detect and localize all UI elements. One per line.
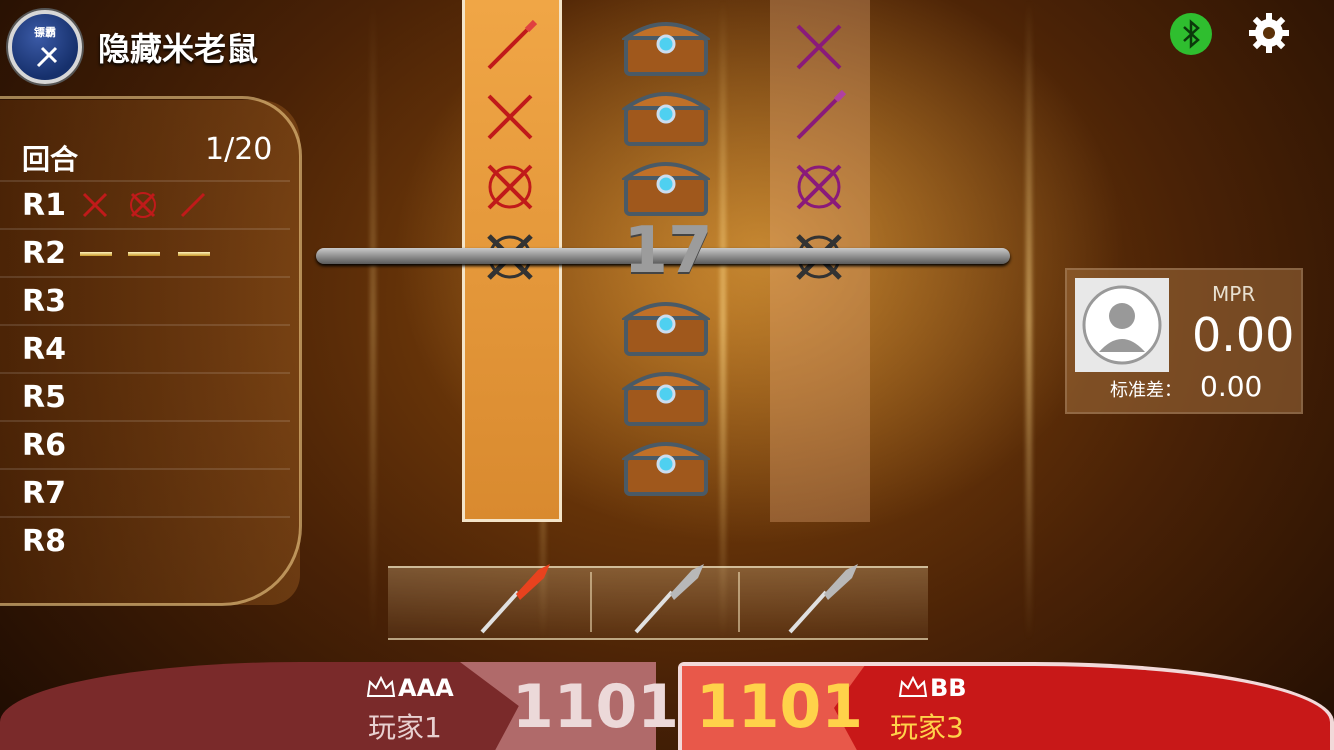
double-dart-icon [487, 94, 533, 140]
remaining-dart-icon [634, 564, 704, 634]
round-header-label: 回合 [22, 143, 79, 176]
round-label: R6 [22, 428, 66, 463]
player3-score: 1101 [696, 672, 863, 742]
triple-dart-icon [130, 192, 156, 218]
player3-label: 玩家3 [890, 711, 964, 744]
round-row: R4 [0, 324, 290, 372]
double-dart-icon [796, 24, 842, 70]
light-streak [720, 0, 726, 640]
miss-dash [178, 252, 210, 256]
triple-dart-icon [487, 164, 533, 210]
settings-gear-icon[interactable] [1246, 10, 1292, 56]
round-row: R8 [0, 516, 290, 564]
mpr-label: MPR [1212, 282, 1256, 306]
treasure-chest-icon [622, 442, 710, 496]
round-row: R5 [0, 372, 290, 420]
round-row: R2 [0, 228, 290, 276]
game-title: 隐藏米老鼠 [98, 30, 259, 68]
dartworld-logo: 镖霸 [8, 10, 82, 84]
single-dart-icon [796, 89, 847, 140]
crown-icon [366, 676, 396, 697]
round-label: R5 [22, 380, 66, 415]
round-label: R7 [22, 476, 66, 511]
round-label: R2 [22, 236, 66, 271]
player-avatar [1075, 278, 1169, 372]
treasure-chest-icon [622, 22, 710, 76]
player1-label: 玩家1 [368, 711, 442, 744]
round-row: R7 [0, 468, 290, 516]
treasure-chest-icon [622, 92, 710, 146]
logo-text: 镖霸 [34, 26, 56, 39]
tray-divider [738, 572, 740, 632]
double-dart-icon [82, 192, 108, 218]
remaining-dart-icon [788, 564, 858, 634]
light-streak [1026, 0, 1032, 640]
round-row: R6 [0, 420, 290, 468]
round-label: R4 [22, 332, 66, 367]
user-avatar-icon [1082, 285, 1162, 365]
mpr-value: 0.00 [1192, 308, 1295, 362]
round-label: R8 [22, 524, 66, 559]
single-dart-icon [180, 192, 206, 218]
player1-name: AAA [398, 674, 454, 702]
tray-divider [590, 572, 592, 632]
std-dev-value: 0.00 [1200, 370, 1263, 403]
single-dart-icon [487, 19, 538, 70]
round-counter: 1/20 [205, 132, 273, 167]
treasure-chest-icon [622, 162, 710, 216]
round-row: R1 [0, 180, 290, 228]
miss-dash [80, 252, 112, 256]
dart-logo-icon [36, 46, 58, 68]
light-streak [370, 0, 376, 640]
treasure-chest-icon [622, 372, 710, 426]
round-label: R1 [22, 188, 66, 223]
treasure-chest-icon [622, 302, 710, 356]
round-label: R3 [22, 284, 66, 319]
bluetooth-icon[interactable] [1170, 13, 1212, 55]
player1-score: 1101 [512, 672, 679, 742]
active-dart-icon [480, 564, 550, 634]
player3-name: BB [930, 674, 967, 702]
triple-dart-icon [796, 164, 842, 210]
miss-dash [128, 252, 160, 256]
crown-icon [898, 676, 928, 697]
target-number: 17 [623, 214, 713, 288]
round-row: R3 [0, 276, 290, 324]
std-dev-label: 标准差： [1110, 380, 1182, 401]
